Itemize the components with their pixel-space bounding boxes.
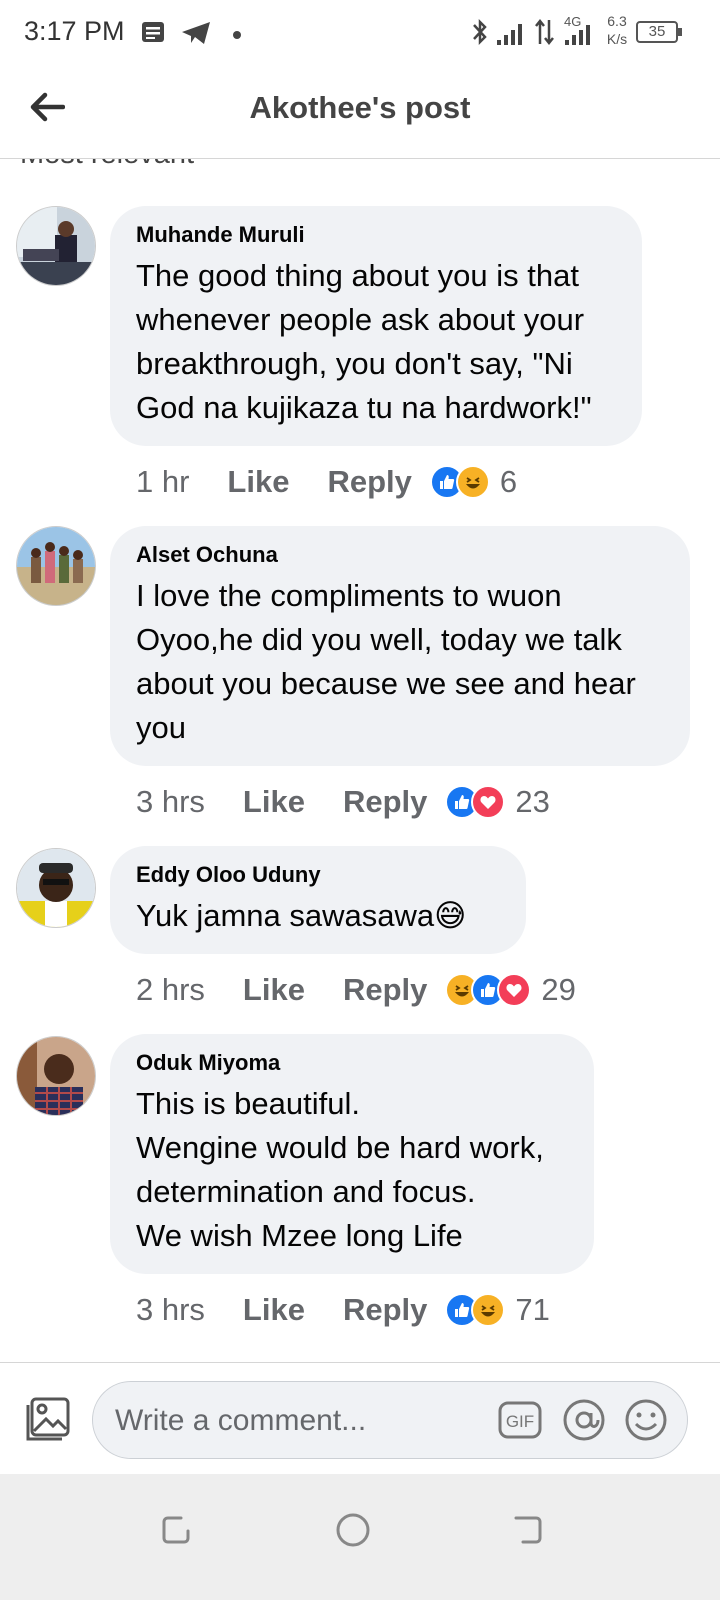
mention-button[interactable] (563, 1399, 605, 1443)
data-arrows-icon (534, 18, 556, 51)
love-reaction-icon (497, 973, 532, 1007)
reaction-count[interactable]: 23 (515, 784, 549, 820)
system-nav-bar (0, 1474, 720, 1600)
home-button[interactable] (323, 1502, 383, 1562)
reaction-summary[interactable] (445, 1293, 506, 1327)
comment-text: This is beautiful. Wengine would be hard… (136, 1086, 544, 1253)
comment-text: Yuk jamna sawasawa😅 (136, 898, 467, 933)
avatar[interactable] (16, 848, 96, 928)
comment-bubble[interactable]: Muhande Muruli The good thing about you … (110, 206, 642, 446)
comment-text: I love the compliments to wuon Oyoo,he d… (136, 578, 636, 745)
emoji-icon (624, 1398, 668, 1447)
emoji-button[interactable] (625, 1399, 667, 1443)
home-icon (335, 1512, 371, 1553)
message-icon (140, 20, 166, 49)
haha-reaction-icon (455, 465, 490, 499)
comment-bubble[interactable]: Oduk Miyoma This is beautiful. Wengine w… (110, 1034, 594, 1274)
recents-button[interactable] (146, 1502, 206, 1562)
reaction-count[interactable]: 6 (500, 464, 517, 500)
avatar[interactable] (16, 206, 96, 286)
avatar[interactable] (16, 526, 96, 606)
reaction-summary[interactable] (445, 973, 532, 1007)
mention-icon (562, 1398, 606, 1447)
svg-text:GIF: GIF (506, 1412, 534, 1431)
comment-time[interactable]: 1 hr (136, 464, 189, 500)
dot-icon (232, 27, 242, 45)
reaction-summary[interactable] (445, 785, 506, 819)
comment-meta: 1 hr Like Reply 6 (136, 462, 517, 502)
like-button[interactable]: Like (227, 464, 289, 500)
network-speed-unit: K/s (606, 31, 628, 47)
reaction-count[interactable]: 71 (515, 1292, 549, 1328)
reply-button[interactable]: Reply (343, 1292, 427, 1328)
gif-icon: GIF (498, 1400, 542, 1445)
post-header: Akothee's post (0, 64, 720, 159)
photo-icon (20, 1397, 74, 1451)
comment-author[interactable]: Eddy Oloo Uduny (136, 862, 498, 888)
like-button[interactable]: Like (243, 1292, 305, 1328)
comment-author[interactable]: Alset Ochuna (136, 542, 662, 568)
signal-icon (496, 22, 528, 51)
comment-text: The good thing about you is that wheneve… (136, 258, 592, 425)
comment-bubble[interactable]: Alset Ochuna I love the compliments to w… (110, 526, 690, 766)
comment-meta: 2 hrs Like Reply 29 (136, 970, 576, 1010)
reply-button[interactable]: Reply (343, 784, 427, 820)
comment-bubble[interactable]: Eddy Oloo Uduny Yuk jamna sawasawa😅 (110, 846, 526, 954)
like-button[interactable]: Like (243, 972, 305, 1008)
comment-author[interactable]: Muhande Muruli (136, 222, 614, 248)
battery-level: 35 (648, 23, 666, 40)
back-icon (511, 1513, 545, 1552)
comment-input[interactable] (113, 1402, 477, 1440)
system-back-button[interactable] (498, 1502, 558, 1562)
sort-dropdown[interactable]: Most relevant ▼ (0, 158, 720, 172)
reaction-count[interactable]: 29 (541, 972, 575, 1008)
comment-meta: 3 hrs Like Reply 23 (136, 782, 550, 822)
sort-label: Most relevant (20, 158, 194, 171)
reaction-summary[interactable] (429, 465, 490, 499)
comment-time[interactable]: 3 hrs (136, 1292, 205, 1328)
bluetooth-icon (470, 17, 490, 52)
telegram-icon (180, 20, 212, 51)
gif-button[interactable]: GIF (498, 1400, 542, 1445)
comment-meta: 3 hrs Like Reply 71 (136, 1290, 550, 1330)
reply-button[interactable]: Reply (327, 464, 411, 500)
comment-composer: GIF (0, 1362, 720, 1475)
comment-input-box[interactable]: GIF (92, 1381, 688, 1459)
comment-author[interactable]: Oduk Miyoma (136, 1050, 566, 1076)
reply-button[interactable]: Reply (343, 972, 427, 1008)
like-button[interactable]: Like (243, 784, 305, 820)
status-time: 3:17 PM (24, 16, 125, 46)
love-reaction-icon (471, 785, 506, 819)
photo-button[interactable] (20, 1393, 74, 1447)
network-speed-value: 6.3 (607, 13, 627, 29)
status-bar: 3:17 PM 4G 6.3 K/s 35 (0, 0, 720, 64)
page-title: Akothee's post (249, 90, 471, 125)
recents-icon (159, 1513, 193, 1552)
comment-time[interactable]: 3 hrs (136, 784, 205, 820)
comment-time[interactable]: 2 hrs (136, 972, 205, 1008)
signal-4g-icon (564, 24, 596, 51)
avatar[interactable] (16, 1036, 96, 1116)
haha-reaction-icon (471, 1293, 506, 1327)
